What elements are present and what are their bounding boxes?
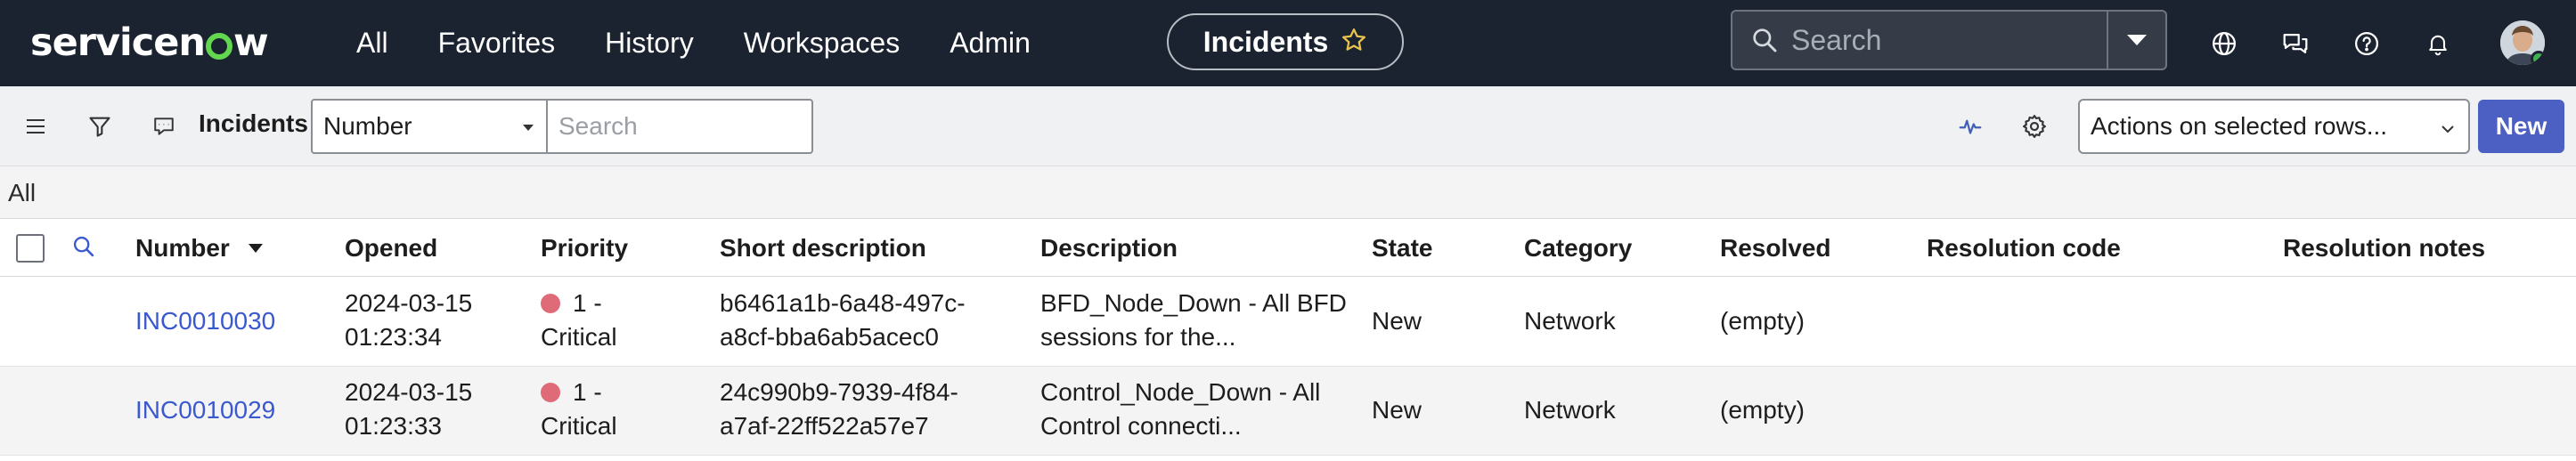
search-scope-dropdown[interactable] (2107, 12, 2165, 69)
global-search (1731, 10, 2167, 70)
priority-value: 1 - (541, 376, 602, 408)
online-status-dot (2531, 51, 2545, 65)
column-search-icon[interactable] (71, 234, 96, 263)
col-number-label: Number (135, 234, 230, 262)
nav-admin[interactable]: Admin (950, 27, 1031, 60)
col-priority[interactable]: Priority (541, 234, 628, 263)
avatar[interactable] (2500, 20, 2545, 65)
nav-favorites[interactable]: Favorites (438, 27, 556, 60)
opened-time: 01:23:34 (345, 323, 442, 351)
priority-value: 1 - (541, 287, 602, 319)
chat-icon[interactable] (2274, 22, 2317, 65)
nav-all[interactable]: All (356, 27, 388, 60)
resolved-value: (empty) (1720, 396, 1805, 424)
nav-history[interactable]: History (605, 27, 694, 60)
chevron-down-icon (2440, 117, 2456, 145)
priority-level: 1 - (573, 378, 602, 406)
priority-label: Critical (541, 323, 617, 351)
category-value: Network (1524, 307, 1616, 335)
critical-priority-dot (541, 383, 560, 402)
short-description-line: 24c990b9-7939-4f84- (720, 378, 958, 406)
col-opened[interactable]: Opened (345, 234, 437, 263)
col-short-description[interactable]: Short description (720, 234, 926, 263)
opened-date: 2024-03-15 (345, 289, 473, 317)
opened-date: 2024-03-15 (345, 378, 473, 406)
list-search-input[interactable] (546, 99, 813, 154)
description-line: BFD_Node_Down - All BFD (1040, 289, 1347, 317)
breadcrumb-all[interactable]: All (8, 179, 36, 207)
list-toolbar: Incidents Number Actions on selected row… (0, 86, 2576, 166)
description-line: Control_Node_Down - All (1040, 378, 1321, 406)
col-resolved[interactable]: Resolved (1720, 234, 1831, 263)
col-description[interactable]: Description (1040, 234, 1178, 263)
search-icon (1747, 22, 1782, 58)
search-field-select[interactable]: Number (311, 99, 548, 154)
list-title: Incidents (199, 109, 308, 137)
sort-descending-icon (248, 244, 263, 253)
table-row[interactable]: INC0010029 2024-03-15 01:23:33 1 - Criti… (0, 367, 2576, 456)
priority-level: 1 - (573, 289, 602, 317)
list-context-icon[interactable] (146, 109, 182, 144)
state-value: New (1372, 396, 1423, 424)
category-value: Network (1524, 396, 1616, 424)
resolved-value: (empty) (1720, 307, 1805, 335)
top-utility-icons (2203, 0, 2488, 86)
incident-number-link[interactable]: INC0010030 (135, 304, 275, 337)
col-number[interactable]: Number (135, 234, 264, 263)
state-value: New (1372, 307, 1423, 335)
opened-time: 01:23:33 (345, 412, 442, 440)
table-row[interactable]: INC0010030 2024-03-15 01:23:34 1 - Criti… (0, 278, 2576, 367)
logo-o-mark (206, 33, 232, 60)
short-description-line: a8cf-bba6ab5acec0 (720, 323, 939, 351)
new-button[interactable]: New (2478, 100, 2564, 153)
help-icon[interactable] (2345, 22, 2388, 65)
actions-select-value: Actions on selected rows... (2091, 112, 2388, 140)
incident-number-link[interactable]: INC0010029 (135, 393, 275, 426)
activity-pulse-icon[interactable] (1952, 109, 1988, 144)
short-description-line: b6461a1b-6a48-497c- (720, 289, 966, 317)
servicenow-logo[interactable]: servicen w (30, 14, 269, 71)
search-field-value: Number (323, 112, 412, 140)
global-search-input[interactable] (1791, 23, 2085, 57)
logo-text-end: w (233, 20, 269, 65)
context-pill-label: Incidents (1202, 25, 1329, 58)
chevron-down-icon (523, 125, 534, 131)
gear-icon[interactable] (2017, 109, 2052, 144)
top-navigation-bar: servicen w All Favorites History Workspac… (0, 0, 2576, 86)
breadcrumb: All (0, 166, 2576, 219)
priority-label: Critical (541, 412, 617, 440)
main-menu: All Favorites History Workspaces Admin (356, 0, 1080, 86)
context-pill[interactable]: Incidents (1167, 13, 1404, 70)
chevron-down-icon (2127, 35, 2147, 45)
bell-icon[interactable] (2417, 22, 2459, 65)
nav-workspaces[interactable]: Workspaces (744, 27, 900, 60)
globe-icon[interactable] (2203, 22, 2246, 65)
select-all-checkbox[interactable] (16, 234, 45, 263)
critical-priority-dot (541, 294, 560, 313)
short-description-line: a7af-22ff522a57e7 (720, 412, 929, 440)
description-line: Control connecti... (1040, 412, 1242, 440)
actions-on-selected-rows-select[interactable]: Actions on selected rows... (2078, 99, 2470, 154)
col-category[interactable]: Category (1524, 234, 1632, 263)
description-line: sessions for the... (1040, 323, 1236, 351)
col-resolution-code[interactable]: Resolution code (1927, 234, 2121, 263)
filter-icon[interactable] (82, 109, 118, 144)
logo-text-start: servicen (30, 20, 206, 65)
table-header: Number Opened Priority Short description… (0, 220, 2576, 277)
col-state[interactable]: State (1372, 234, 1432, 263)
hamburger-menu-icon[interactable] (18, 109, 53, 144)
star-icon[interactable] (1341, 27, 1367, 58)
col-resolution-notes[interactable]: Resolution notes (2283, 234, 2485, 263)
